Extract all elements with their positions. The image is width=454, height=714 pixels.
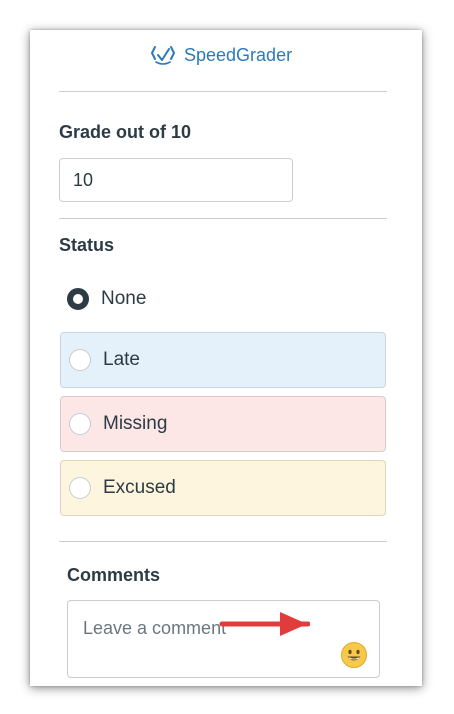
screenshot-stage: SpeedGrader Grade out of 10 Status None … xyxy=(0,0,454,714)
status-option-missing[interactable]: Missing xyxy=(60,396,386,452)
status-option-label: None xyxy=(101,288,147,309)
status-option-none[interactable]: None xyxy=(60,286,386,312)
grade-label: Grade out of 10 xyxy=(59,122,192,142)
status-option-label: Excused xyxy=(103,477,176,498)
status-label: Status xyxy=(59,235,115,255)
header-divider xyxy=(59,91,387,92)
grade-input[interactable] xyxy=(59,158,293,202)
annotation-arrow-icon xyxy=(219,612,310,636)
status-option-label: Late xyxy=(103,349,140,370)
radio-checked-icon[interactable] xyxy=(67,288,89,310)
speedgrader-label: SpeedGrader xyxy=(184,44,293,65)
radio-unchecked-icon[interactable] xyxy=(69,349,91,371)
comments-label: Comments xyxy=(67,565,161,585)
speedgrader-panel: SpeedGrader Grade out of 10 Status None … xyxy=(30,30,422,686)
smiley-emoji-icon[interactable] xyxy=(340,641,368,669)
status-option-excused[interactable]: Excused xyxy=(60,460,386,516)
status-option-late[interactable]: Late xyxy=(60,332,386,388)
speedgrader-icon xyxy=(151,46,175,65)
speedgrader-link[interactable]: SpeedGrader xyxy=(150,44,292,66)
status-option-label: Missing xyxy=(103,413,168,434)
status-divider xyxy=(59,541,387,542)
grade-divider xyxy=(59,218,387,219)
radio-unchecked-icon[interactable] xyxy=(69,413,91,435)
radio-unchecked-icon[interactable] xyxy=(69,477,91,499)
